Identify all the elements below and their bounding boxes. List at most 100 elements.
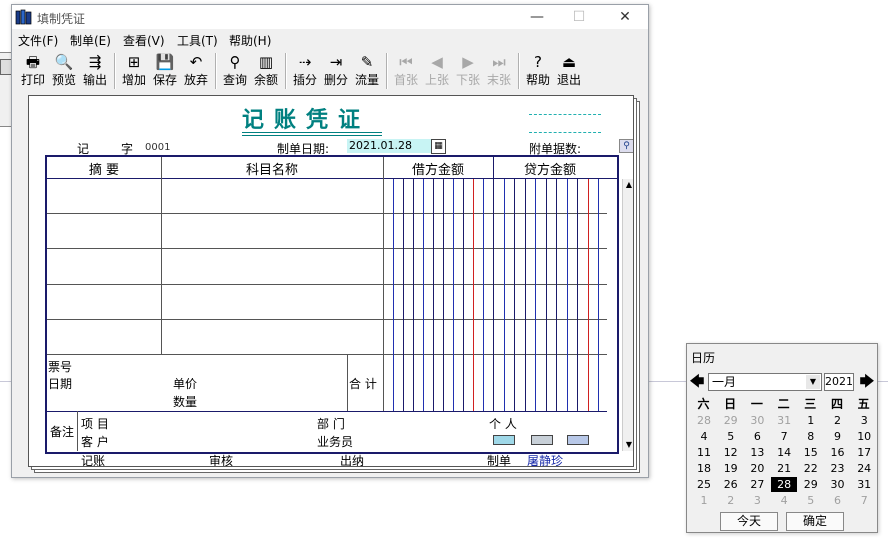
maximize-button[interactable]: ☐	[556, 5, 602, 29]
remark-card-icon[interactable]	[493, 435, 515, 445]
window-title: 填制凭证	[37, 12, 86, 26]
attachments-search-icon[interactable]: ⚲	[619, 139, 633, 153]
calendar-day[interactable]: 24	[851, 461, 877, 476]
chevron-down-icon[interactable]: ▼	[806, 375, 820, 389]
quantity-label: 数量	[173, 395, 198, 409]
next-button[interactable]: ▶ 下张	[453, 52, 483, 90]
calendar-day[interactable]: 16	[825, 445, 851, 460]
calendar-day[interactable]: 10	[851, 429, 877, 444]
scroll-up-icon[interactable]: ▲	[623, 179, 633, 191]
last-button[interactable]: ⏭ 末张	[484, 52, 514, 90]
header-account: 科目名称	[245, 163, 298, 178]
remarks-label: 备注	[50, 425, 75, 439]
preview-button[interactable]: 🔍 预览	[49, 52, 79, 90]
prev-button[interactable]: ◀ 上张	[422, 52, 452, 90]
binoculars-icon: ⚲	[229, 53, 241, 71]
delete-line-button[interactable]: ⇥ 删分	[321, 52, 351, 90]
menu-file[interactable]: 文件(F)	[18, 32, 58, 49]
discard-button[interactable]: ↶ 放弃	[181, 52, 211, 90]
calendar-day[interactable]: 7	[771, 429, 797, 444]
calendar-day[interactable]: 23	[825, 461, 851, 476]
calendar-day[interactable]: 30	[825, 477, 851, 492]
calendar-day[interactable]: 21	[771, 461, 797, 476]
menu-view[interactable]: 查看(V)	[123, 32, 165, 49]
calendar-day[interactable]: 2	[825, 413, 851, 428]
minimize-button[interactable]: —	[514, 5, 560, 29]
toolbar-separator	[518, 53, 520, 89]
calendar-day[interactable]: 4	[691, 429, 717, 444]
calendar-day[interactable]: 8	[798, 429, 824, 444]
calendar-day[interactable]: 20	[744, 461, 770, 476]
calendar-day[interactable]: 5	[798, 493, 824, 508]
month-select[interactable]: 一月 ▼	[708, 373, 822, 391]
calendar-day[interactable]: 18	[691, 461, 717, 476]
title-bar[interactable]: 填制凭证 — ☐ ✕	[12, 5, 648, 29]
add-button[interactable]: ⊞ 增加	[119, 52, 149, 90]
prev-month-icon[interactable]: 🡄	[689, 374, 705, 390]
calendar-day[interactable]: 3	[851, 413, 877, 428]
balance-button[interactable]: ▥ 余额	[251, 52, 281, 90]
calendar-day[interactable]: 15	[798, 445, 824, 460]
calendar-day[interactable]: 3	[744, 493, 770, 508]
calendar-day[interactable]: 29	[718, 413, 744, 428]
exit-button[interactable]: ⏏ 退出	[554, 52, 584, 90]
vertical-scrollbar[interactable]: ▲ ▼	[622, 179, 633, 451]
calendar-day[interactable]: 9	[825, 429, 851, 444]
save-button[interactable]: 💾 保存	[150, 52, 180, 90]
print-button[interactable]: 🖶 打印	[18, 52, 48, 90]
calendar-day[interactable]: 22	[798, 461, 824, 476]
calendar-day[interactable]: 27	[744, 477, 770, 492]
calendar-day[interactable]: 4	[771, 493, 797, 508]
calendar-day[interactable]: 13	[744, 445, 770, 460]
amount-column-line	[577, 179, 578, 411]
ok-button[interactable]: 确定	[786, 512, 844, 531]
help-button[interactable]: ? 帮助	[523, 52, 553, 90]
query-button[interactable]: ⚲ 查询	[220, 52, 250, 90]
remark-edit-icon[interactable]	[567, 435, 589, 445]
toolbar-separator	[215, 53, 217, 89]
calendar-day[interactable]: 29	[798, 477, 824, 492]
calendar-day[interactable]: 12	[718, 445, 744, 460]
menu-help[interactable]: 帮助(H)	[229, 32, 271, 49]
year-field[interactable]: 2021	[824, 373, 854, 391]
calendar-day[interactable]: 14	[771, 445, 797, 460]
first-icon: ⏮	[399, 53, 413, 71]
maker-label: 制单	[487, 454, 512, 467]
calendar-day[interactable]: 6	[825, 493, 851, 508]
calendar-day[interactable]: 6	[744, 429, 770, 444]
calendar-day[interactable]: 1	[798, 413, 824, 428]
menu-voucher[interactable]: 制单(E)	[70, 32, 111, 49]
amount-column-line	[433, 179, 434, 411]
calendar-day[interactable]: 1	[691, 493, 717, 508]
calendar-day[interactable]: 5	[718, 429, 744, 444]
calendar-day[interactable]: 25	[691, 477, 717, 492]
calendar-day[interactable]: 28	[771, 477, 798, 492]
calendar-day[interactable]: 2	[718, 493, 744, 508]
insert-line-button[interactable]: ⇢ 插分	[290, 52, 320, 90]
calendar-day[interactable]: 31	[851, 477, 877, 492]
save-icon: 💾	[155, 53, 175, 71]
bookkeeping-label: 记账	[81, 454, 106, 467]
menu-tools[interactable]: 工具(T)	[177, 32, 218, 49]
voucher-number[interactable]: 0001	[145, 142, 170, 153]
scroll-down-icon[interactable]: ▼	[623, 439, 633, 451]
next-month-icon[interactable]: 🡆	[859, 374, 875, 390]
today-button[interactable]: 今天	[720, 512, 778, 531]
remark-id-icon[interactable]	[531, 435, 553, 445]
calendar-day[interactable]: 31	[771, 413, 797, 428]
calendar-day[interactable]: 17	[851, 445, 877, 460]
first-button[interactable]: ⏮ 首张	[391, 52, 421, 90]
calendar-day[interactable]: 28	[691, 413, 717, 428]
calendar-day[interactable]: 7	[851, 493, 877, 508]
weekday-header: 日	[724, 397, 737, 411]
calendar-day[interactable]: 30	[744, 413, 770, 428]
date-field[interactable]: 2021.01.28	[347, 139, 435, 153]
export-button[interactable]: ⇶ 输出	[80, 52, 110, 90]
calendar-day[interactable]: 19	[718, 461, 744, 476]
cashflow-button[interactable]: ✎ 流量	[352, 52, 382, 90]
close-button[interactable]: ✕	[602, 5, 648, 29]
calendar-day[interactable]: 11	[691, 445, 717, 460]
review-label: 审核	[209, 454, 234, 467]
calendar-day[interactable]: 26	[718, 477, 744, 492]
calendar-icon[interactable]: ▦	[431, 139, 446, 154]
